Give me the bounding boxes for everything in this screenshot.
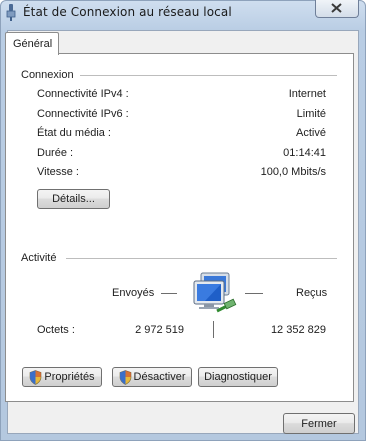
- disable-button-label: Désactiver: [133, 371, 186, 383]
- details-button[interactable]: Détails...: [37, 189, 110, 209]
- diagnose-button[interactable]: Diagnostiquer: [198, 367, 278, 387]
- close-dialog-button[interactable]: Fermer: [283, 413, 355, 434]
- properties-button[interactable]: Propriétés: [22, 367, 102, 387]
- close-icon: [331, 3, 342, 13]
- uac-shield-icon: [119, 369, 132, 385]
- tab-general[interactable]: Général: [5, 32, 59, 55]
- uac-shield-icon: [29, 369, 42, 385]
- tab-panel: [5, 53, 354, 402]
- disable-button[interactable]: Désactiver: [112, 367, 192, 387]
- network-connector-icon: [6, 4, 16, 21]
- properties-button-label: Propriétés: [44, 371, 95, 383]
- close-button[interactable]: [315, 0, 359, 18]
- tab-general-label: Général: [13, 38, 53, 50]
- window-title: État de Connexion au réseau local: [23, 5, 232, 19]
- title-bar[interactable]: État de Connexion au réseau local: [1, 0, 365, 25]
